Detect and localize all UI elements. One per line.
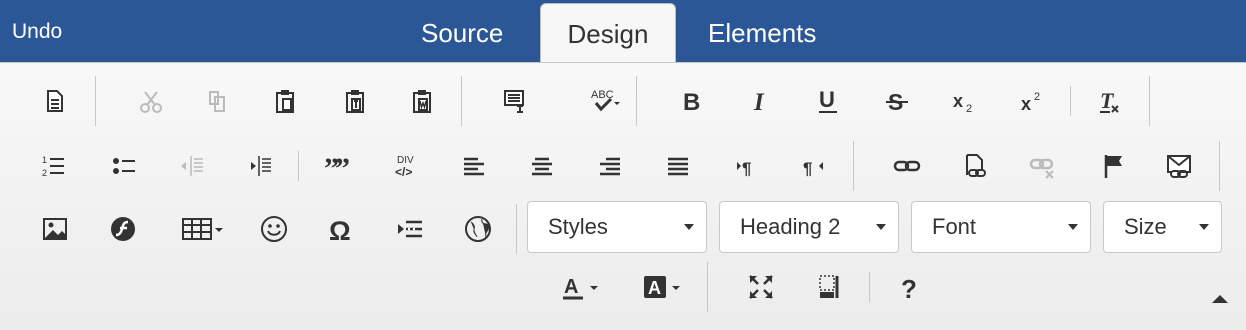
paste-text-icon[interactable]: [335, 83, 375, 119]
svg-text:A: A: [564, 276, 578, 298]
special-char-icon[interactable]: Ω: [322, 211, 362, 247]
format-combo[interactable]: Heading 2: [719, 201, 899, 253]
collapse-toolbar-icon[interactable]: [1212, 295, 1228, 303]
tab-source[interactable]: Source: [421, 18, 503, 49]
svg-text:T: T: [1100, 88, 1115, 113]
svg-text:Ω: Ω: [329, 216, 351, 244]
strikethrough-icon[interactable]: S: [877, 83, 917, 119]
size-combo-label: Size: [1124, 214, 1167, 239]
svg-text:2: 2: [42, 168, 47, 178]
link-icon[interactable]: [887, 148, 927, 184]
editor-header: Undo Source Design Elements: [0, 0, 1246, 65]
paste-word-icon[interactable]: [402, 83, 442, 119]
svg-text:2: 2: [1034, 91, 1040, 103]
subscript-icon[interactable]: x2: [945, 83, 985, 119]
svg-text:x: x: [1021, 94, 1031, 114]
svg-text:I: I: [753, 89, 765, 116]
align-left-icon[interactable]: [454, 148, 494, 184]
font-combo-label: Font: [932, 214, 977, 239]
remove-format-icon[interactable]: T: [1089, 83, 1129, 119]
numbered-list-icon[interactable]: 12: [34, 148, 74, 184]
table-icon[interactable]: [176, 211, 228, 247]
toolbar-separator: [461, 76, 462, 126]
underline-icon[interactable]: U: [808, 83, 848, 119]
help-icon[interactable]: ?: [888, 269, 928, 305]
flash-icon[interactable]: [103, 211, 143, 247]
align-center-icon[interactable]: [522, 148, 562, 184]
page-break-icon[interactable]: [390, 211, 430, 247]
ltr-icon[interactable]: ¶: [726, 148, 766, 184]
font-combo[interactable]: Font: [911, 201, 1091, 253]
svg-text:</>: </>: [395, 165, 412, 179]
toolbar-separator: [1219, 141, 1220, 191]
text-color-icon[interactable]: A: [555, 269, 607, 305]
italic-icon[interactable]: I: [740, 83, 780, 119]
toolbar-separator: [853, 141, 854, 191]
chevron-down-icon: [1199, 224, 1209, 230]
justify-icon[interactable]: [658, 148, 698, 184]
superscript-icon[interactable]: x2: [1013, 83, 1053, 119]
smiley-icon[interactable]: [254, 211, 294, 247]
increase-indent-icon[interactable]: [240, 148, 280, 184]
undo-button[interactable]: Undo: [12, 20, 62, 44]
bulleted-list-icon[interactable]: [104, 148, 144, 184]
align-right-icon[interactable]: [590, 148, 630, 184]
toolbar-separator: [298, 151, 299, 181]
size-combo[interactable]: Size: [1103, 201, 1222, 253]
background-color-icon[interactable]: A: [637, 269, 689, 305]
toolbar-separator: [516, 204, 517, 254]
format-combo-label: Heading 2: [740, 214, 841, 239]
spellcheck-icon[interactable]: ABC: [585, 83, 625, 119]
show-blocks-icon[interactable]: [809, 269, 849, 305]
toolbar-separator: [1070, 86, 1071, 116]
toolbar-separator: [636, 76, 637, 126]
styles-combo[interactable]: Styles: [527, 201, 707, 253]
rtl-icon[interactable]: ¶: [794, 148, 834, 184]
unlink-icon[interactable]: [1023, 148, 1063, 184]
chevron-down-icon: [684, 224, 694, 230]
svg-text:A: A: [648, 278, 661, 298]
tab-elements[interactable]: Elements: [708, 18, 816, 49]
svg-text:¶: ¶: [742, 159, 751, 178]
styles-combo-label: Styles: [548, 214, 608, 239]
toolbar-separator: [869, 272, 870, 302]
image-icon[interactable]: [35, 211, 75, 247]
toolbar-separator: [1149, 76, 1150, 126]
copy-icon[interactable]: [197, 83, 237, 119]
email-link-icon[interactable]: [1159, 148, 1199, 184]
anchor-icon[interactable]: [955, 148, 995, 184]
toolbar-separator: [95, 76, 96, 126]
cut-icon[interactable]: [131, 83, 171, 119]
templates-icon[interactable]: [494, 83, 534, 119]
chevron-down-icon: [1068, 224, 1078, 230]
chevron-down-icon: [876, 224, 886, 230]
new-page-icon[interactable]: [34, 83, 74, 119]
svg-text:?: ?: [901, 274, 917, 302]
iframe-icon[interactable]: [458, 211, 498, 247]
svg-text:¶: ¶: [803, 159, 812, 178]
decrease-indent-icon[interactable]: [172, 148, 212, 184]
tab-design[interactable]: Design: [540, 3, 676, 65]
svg-text:B: B: [683, 89, 700, 116]
maximize-icon[interactable]: [741, 269, 781, 305]
svg-text:”: ”: [335, 152, 350, 181]
flag-icon[interactable]: [1093, 148, 1133, 184]
div-container-icon[interactable]: DIV </>: [386, 148, 426, 184]
svg-text:U: U: [819, 87, 835, 112]
svg-text:2: 2: [966, 103, 972, 115]
blockquote-icon[interactable]: ””: [317, 148, 357, 184]
svg-text:1: 1: [42, 155, 47, 165]
svg-text:x: x: [953, 91, 963, 111]
paste-icon[interactable]: [265, 83, 305, 119]
toolbar-separator: [707, 262, 708, 312]
bold-icon[interactable]: B: [672, 83, 712, 119]
